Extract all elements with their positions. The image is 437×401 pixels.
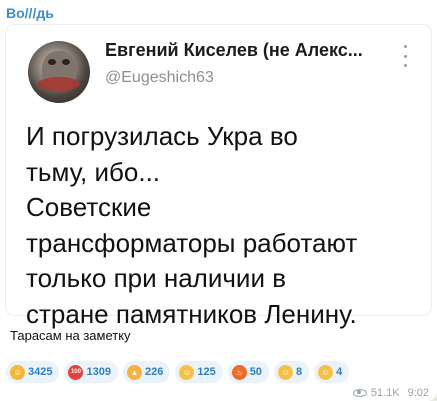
more-options-icon [401, 45, 409, 67]
thumbs-up-emoji-icon: ▲ [126, 364, 142, 380]
tweet-text-line: И погрузилась Укра во [26, 121, 298, 151]
reaction-rofl[interactable]: ☺ 3425 [6, 361, 60, 383]
reaction-count: 125 [197, 366, 216, 378]
reaction-count: 50 [249, 366, 262, 378]
tweet-text-line: только при наличии в [26, 263, 286, 293]
grin-emoji-icon: ☺ [179, 364, 195, 380]
scream-emoji-icon: ☺ [318, 364, 334, 380]
reaction-sunglasses[interactable]: ☺ 8 [273, 361, 310, 383]
reaction-fire[interactable]: ♨ 50 [227, 361, 269, 383]
reaction-scream[interactable]: ☺ 4 [314, 361, 350, 383]
tweet-screenshot[interactable]: Евгений Киселев (не Алекс... @Eugeshich6… [6, 25, 431, 329]
reaction-count: 4 [336, 366, 343, 378]
reaction-thumbs-up[interactable]: ▲ 226 [122, 361, 171, 383]
tweet-text-line: трансформаторы работают [26, 227, 358, 258]
tweet-avatar [28, 41, 90, 103]
message-caption: Тарасам на заметку [10, 328, 131, 343]
tweet-handle: @Eugeshich63 [105, 69, 214, 86]
reaction-count: 226 [144, 366, 164, 378]
fire-emoji-icon: ♨ [231, 364, 247, 380]
tweet-text-line: тьму, ибо... [26, 156, 161, 187]
views-eye-icon [352, 389, 367, 397]
views-count: 51.1K [370, 387, 400, 399]
reaction-count: 8 [295, 366, 303, 378]
tweet-text-line: Советские [26, 192, 152, 222]
message-bubble: Во///дь Евгений Киселев (не Алекс... @Eu… [0, 0, 437, 401]
message-meta: 51.1K 9:02 [352, 387, 429, 399]
reaction-grin[interactable]: ☺ 125 [175, 361, 223, 383]
tweet-text-line: стране памятников Ленину. [26, 298, 357, 329]
reaction-count: 3425 [28, 366, 53, 378]
rofl-emoji-icon: ☺ [10, 364, 25, 380]
reaction-count: 1309 [86, 366, 111, 378]
reactions-bar: ☺ 3425 100 1309 ▲ 226 ☺ 125 ♨ 50 ☺ 8 ☺ 4 [6, 361, 350, 385]
reaction-hundred[interactable]: 100 1309 [64, 361, 118, 383]
tweet-text: И погрузилась Укра во тьму, ибо... Совет… [26, 119, 426, 332]
hundred-emoji-icon: 100 [68, 364, 84, 380]
message-time: 9:02 [407, 387, 429, 399]
sunglasses-emoji-icon: ☺ [277, 364, 293, 380]
message-author[interactable]: Во///дь [6, 5, 54, 21]
tweet-author-name: Евгений Киселев (не Алекс... [105, 40, 363, 60]
